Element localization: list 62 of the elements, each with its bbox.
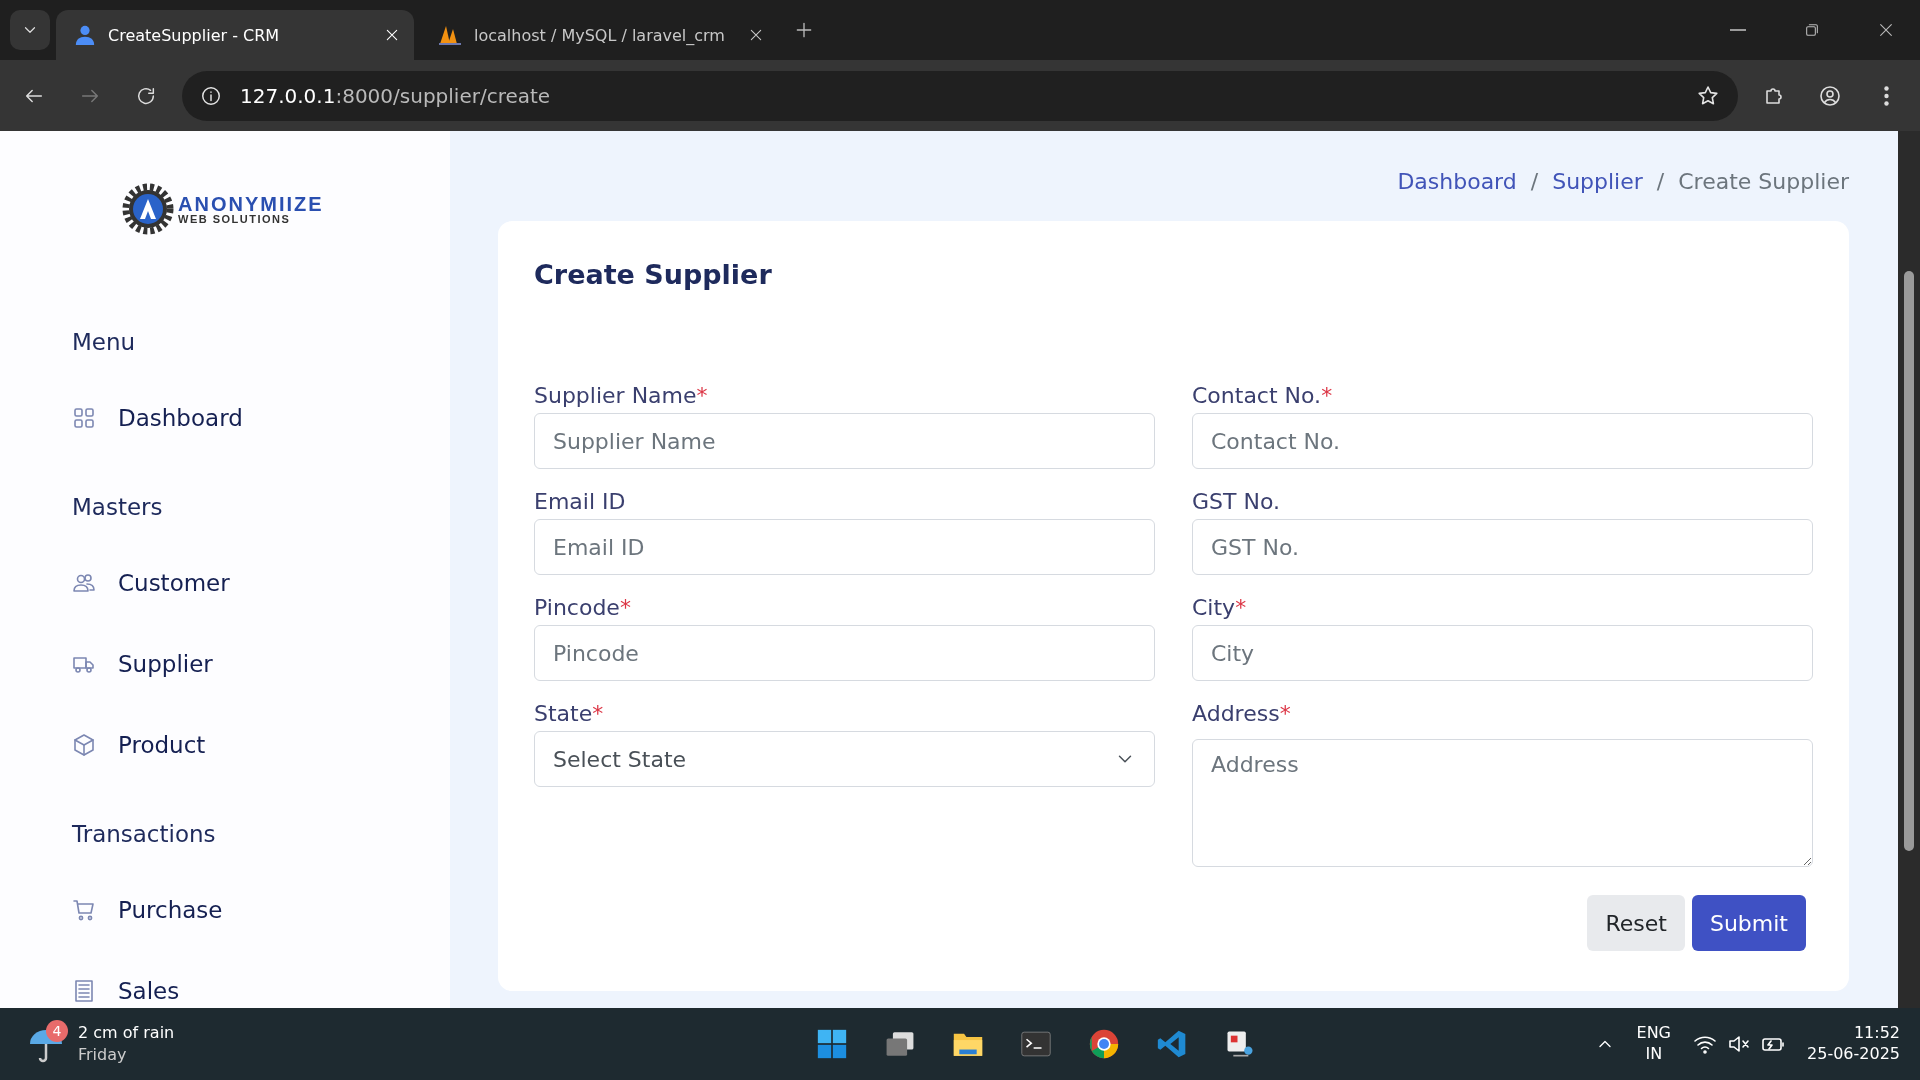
receipt-icon bbox=[72, 978, 96, 1003]
field-label: Address* bbox=[1192, 701, 1291, 726]
sidebar-item[interactable]: Product bbox=[72, 704, 206, 785]
menu-icon bbox=[1883, 85, 1889, 106]
weather-day: Friday bbox=[78, 1044, 175, 1066]
input-field[interactable]: Supplier Name bbox=[534, 413, 1155, 469]
language-indicator[interactable]: ENG IN bbox=[1636, 1023, 1671, 1065]
input-field[interactable]: Contact No. bbox=[1192, 413, 1813, 469]
sidebar-item[interactable]: Supplier bbox=[72, 623, 213, 704]
cart-icon bbox=[72, 897, 96, 922]
breadcrumb-separator: / bbox=[1530, 168, 1539, 194]
address-bar[interactable]: 127.0.0.1:8000/supplier/create bbox=[182, 70, 1738, 121]
state-select[interactable]: Select State bbox=[534, 731, 1155, 787]
star-icon bbox=[1696, 83, 1720, 108]
breadcrumb-link[interactable]: Supplier bbox=[1552, 168, 1643, 194]
section-heading: Transactions bbox=[72, 821, 216, 847]
info-icon bbox=[200, 84, 222, 107]
person-icon bbox=[74, 24, 96, 46]
address-field[interactable]: Address bbox=[1192, 739, 1813, 867]
input-field[interactable]: Email ID bbox=[534, 519, 1155, 575]
sidebar-item[interactable]: Sales bbox=[72, 950, 180, 1008]
close-icon bbox=[1878, 22, 1894, 38]
field-label: Contact No.* bbox=[1192, 383, 1333, 408]
field-label: Pincode* bbox=[534, 595, 631, 620]
browser-tab[interactable]: localhost / MySQL / laravel_crm bbox=[420, 10, 778, 60]
section-heading: Menu bbox=[72, 329, 136, 355]
section-heading: Masters bbox=[72, 494, 163, 520]
reset-button[interactable]: Reset bbox=[1587, 895, 1685, 951]
breadcrumb-link[interactable]: Dashboard bbox=[1397, 168, 1517, 194]
input-field[interactable]: City bbox=[1192, 625, 1813, 681]
close-icon bbox=[384, 27, 400, 43]
gear-logo-icon bbox=[122, 181, 174, 237]
logo-tagline: WEB SOLUTIONS bbox=[178, 213, 292, 225]
card-title: Create Supplier bbox=[534, 259, 772, 290]
box-icon bbox=[72, 732, 96, 757]
field-label: Email ID bbox=[534, 489, 626, 514]
logo-name: ANONYMIIZE bbox=[178, 193, 324, 214]
field-label: GST No. bbox=[1192, 489, 1280, 514]
profile-icon bbox=[1818, 83, 1842, 108]
minimize-icon bbox=[1730, 29, 1746, 31]
breadcrumb-separator: / bbox=[1656, 168, 1665, 194]
plus-icon bbox=[794, 20, 814, 40]
notification-badge: 4 bbox=[46, 1020, 68, 1042]
field-label: Supplier Name* bbox=[534, 383, 708, 408]
url-text: 127.0.0.1:8000/supplier/create bbox=[240, 83, 551, 108]
weather-text: 2 cm of rain bbox=[78, 1022, 175, 1044]
sidebar-item[interactable]: Customer bbox=[72, 542, 230, 623]
browser-tab[interactable]: CreateSupplier - CRM bbox=[56, 10, 414, 60]
sail-icon bbox=[438, 24, 462, 46]
input-field[interactable]: Pincode bbox=[534, 625, 1155, 681]
scrollbar[interactable] bbox=[1898, 131, 1920, 1008]
clock[interactable]: 11:52 25-06-2025 bbox=[1807, 1023, 1900, 1065]
submit-button[interactable]: Submit bbox=[1691, 895, 1806, 951]
input-field[interactable]: GST No. bbox=[1192, 519, 1813, 575]
field-label: City* bbox=[1192, 595, 1247, 620]
sidebar-item[interactable]: Purchase bbox=[72, 869, 223, 950]
sidebar-item[interactable]: Dashboard bbox=[72, 377, 243, 458]
restore-icon bbox=[1804, 22, 1820, 38]
current-page-text: Create Supplier bbox=[1678, 168, 1849, 194]
grid-icon bbox=[72, 405, 96, 430]
close-icon bbox=[748, 27, 764, 43]
field-label: State* bbox=[534, 701, 604, 726]
